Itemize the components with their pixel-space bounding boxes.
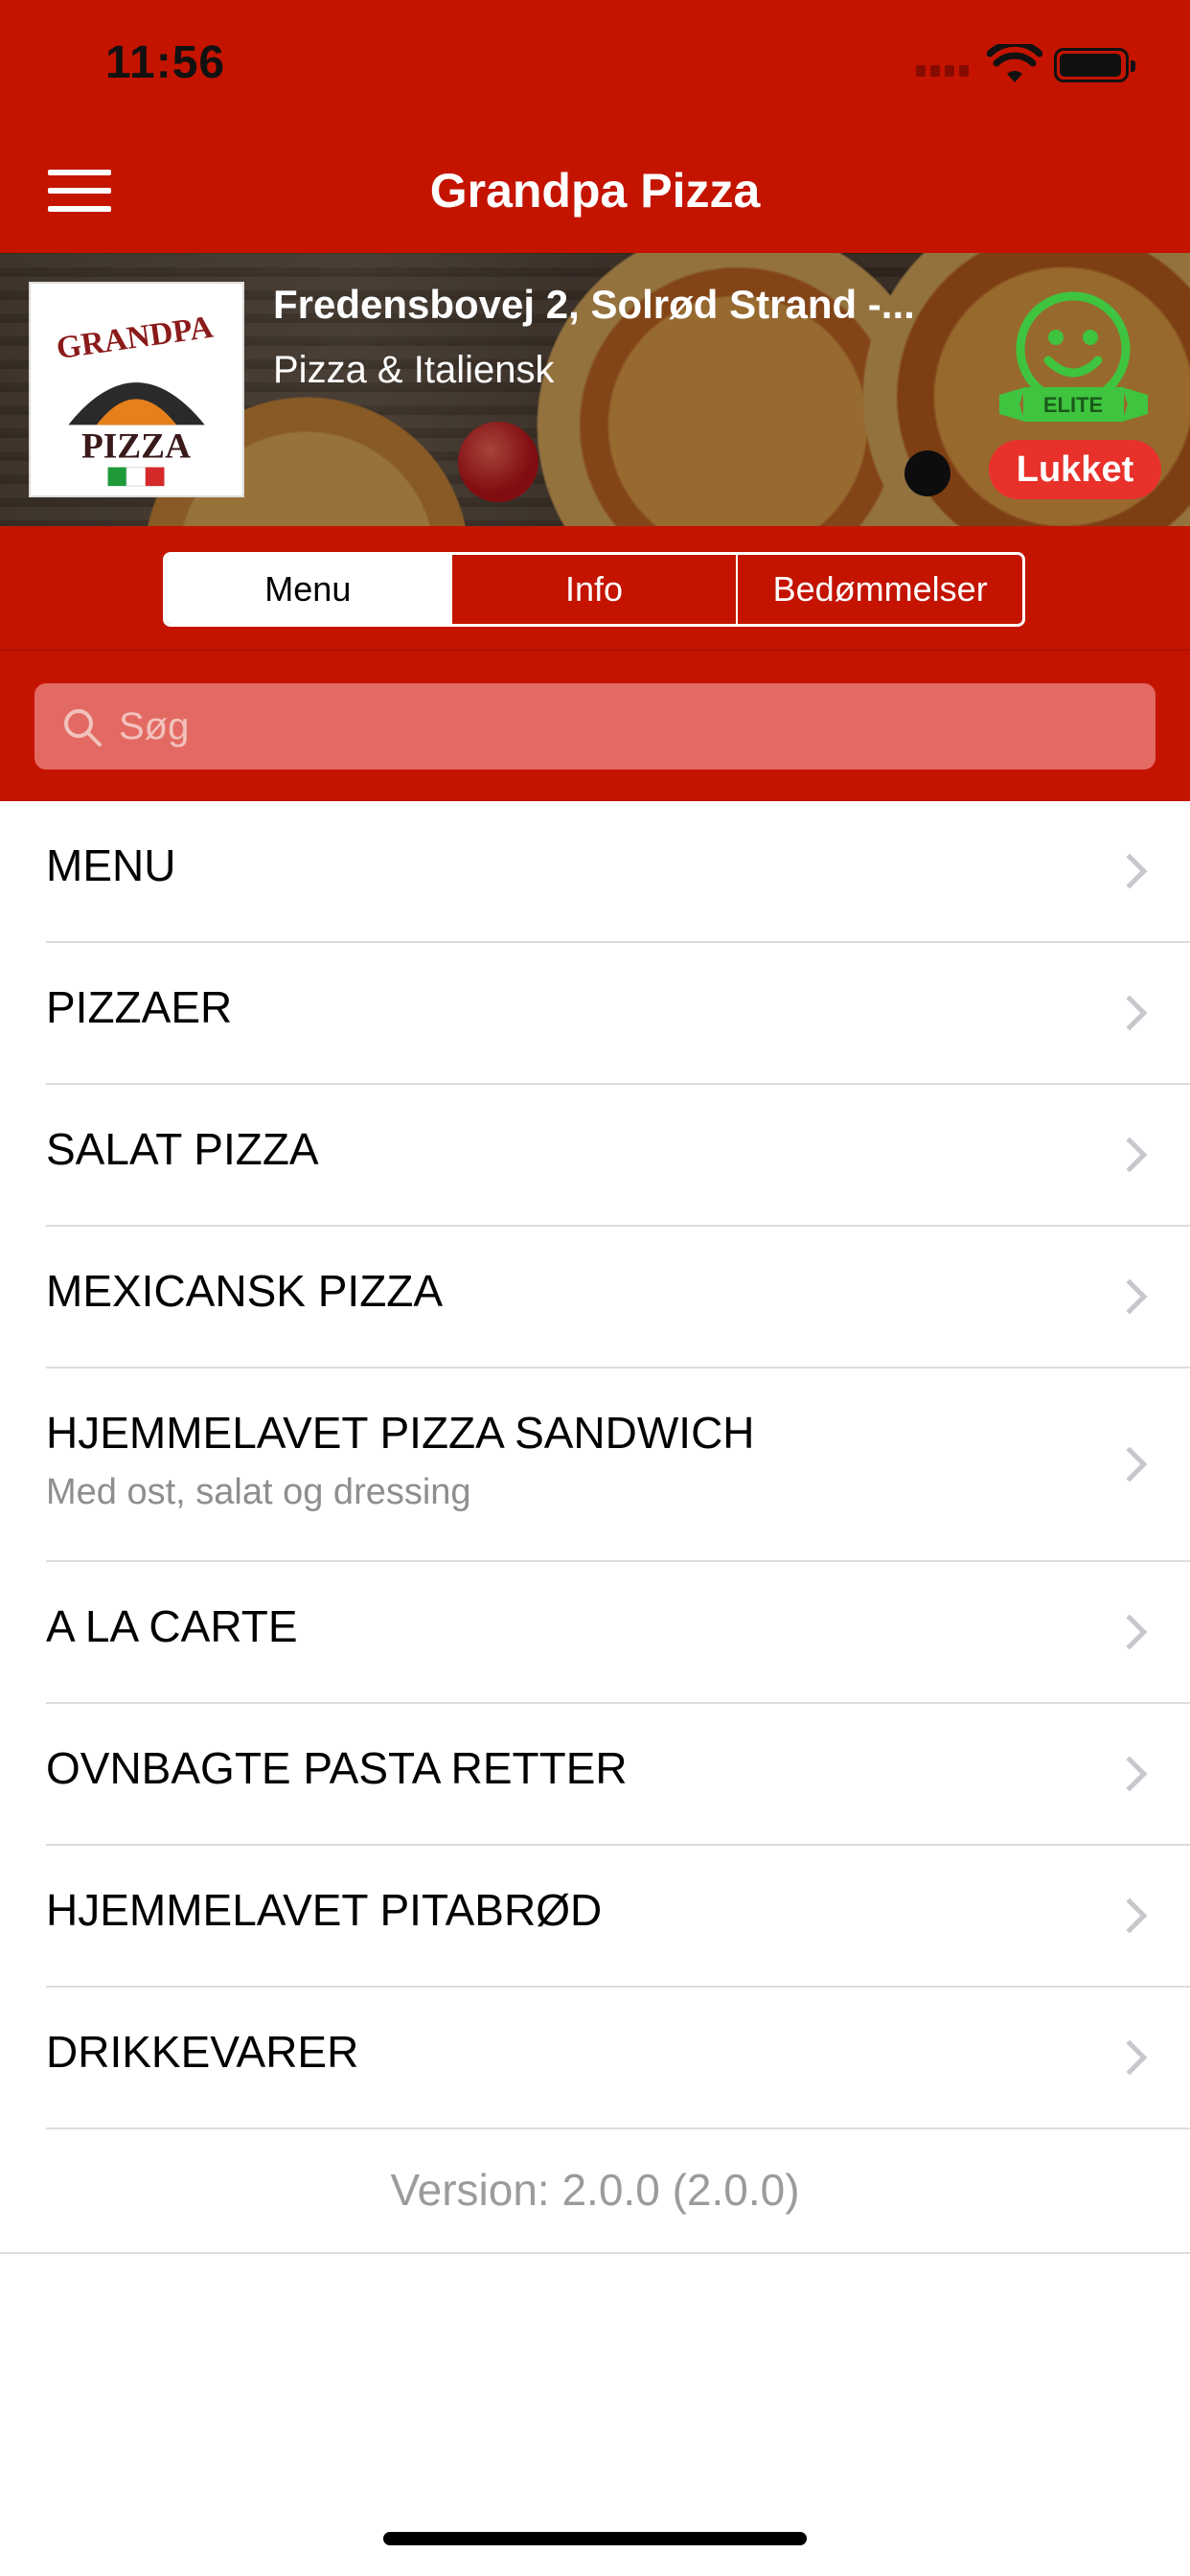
list-item[interactable]: DRIKKEVARER — [46, 1988, 1190, 2129]
list-item[interactable]: MENU — [46, 801, 1190, 943]
menu-category-list: MENU PIZZAER SALAT PIZZA MEXICANSK PIZZA… — [0, 801, 1190, 2129]
restaurant-logo: GRANDPA PIZZA — [29, 282, 244, 497]
battery-icon — [1054, 48, 1135, 82]
list-item[interactable]: OVNBAGTE PASTA RETTER — [46, 1704, 1190, 1846]
segmented-control: Menu Info Bedømmelser — [163, 552, 1025, 627]
restaurant-category: Pizza & Italiensk — [273, 349, 555, 391]
home-indicator[interactable] — [383, 2532, 807, 2545]
list-item[interactable]: MEXICANSK PIZZA — [46, 1227, 1190, 1368]
chevron-right-icon — [1111, 853, 1148, 889]
tabs-bar: Menu Info Bedømmelser — [0, 526, 1190, 651]
chevron-right-icon — [1111, 1137, 1148, 1173]
status-bar: 11:56 — [0, 0, 1190, 126]
list-item-title: HJEMMELAVET PITABRØD — [46, 1885, 603, 1935]
search-input[interactable] — [119, 683, 1125, 770]
chevron-right-icon — [1111, 2039, 1148, 2076]
svg-text:ELITE: ELITE — [1043, 393, 1103, 417]
list-item-title: OVNBAGTE PASTA RETTER — [46, 1743, 628, 1793]
svg-text:GRANDPA: GRANDPA — [55, 310, 216, 367]
list-item[interactable]: SALAT PIZZA — [46, 1085, 1190, 1227]
version-label: Version: 2.0.0 (2.0.0) — [0, 2126, 1190, 2254]
list-item[interactable]: A LA CARTE — [46, 1562, 1190, 1704]
chevron-right-icon — [1111, 1278, 1148, 1315]
search-bar — [0, 651, 1190, 801]
chevron-right-icon — [1111, 1446, 1148, 1483]
elite-smiley-icon: ELITE — [999, 291, 1148, 422]
list-item-title: HJEMMELAVET PIZZA SANDWICH — [46, 1408, 755, 1458]
chevron-right-icon — [1111, 1898, 1148, 1934]
chevron-right-icon — [1111, 1756, 1148, 1792]
cellular-signal-icon — [916, 65, 970, 79]
status-badge: Lukket — [989, 440, 1161, 499]
list-item-title: A LA CARTE — [46, 1601, 298, 1651]
navigation-bar: Grandpa Pizza — [0, 126, 1190, 253]
list-item-subtitle: Med ost, salat og dressing — [46, 1472, 471, 1512]
page-title: Grandpa Pizza — [429, 164, 761, 218]
svg-text:PIZZA: PIZZA — [81, 427, 191, 467]
tab-reviews[interactable]: Bedømmelser — [736, 555, 1022, 624]
wifi-icon — [987, 44, 1042, 82]
list-item-title: PIZZAER — [46, 982, 233, 1032]
list-item[interactable]: HJEMMELAVET PIZZA SANDWICH Med ost, sala… — [46, 1368, 1190, 1562]
list-item[interactable]: HJEMMELAVET PITABRØD — [46, 1846, 1190, 1988]
list-item-title: MENU — [46, 840, 176, 890]
list-item-title: DRIKKEVARER — [46, 2027, 359, 2077]
search-icon — [64, 709, 102, 747]
list-item-title: SALAT PIZZA — [46, 1124, 319, 1174]
tab-menu[interactable]: Menu — [166, 555, 450, 624]
list-item-title: MEXICANSK PIZZA — [46, 1266, 444, 1316]
chevron-right-icon — [1111, 1614, 1148, 1650]
search-field[interactable] — [34, 683, 1156, 770]
restaurant-address: Fredensbovej 2, Solrød Strand -... — [273, 282, 915, 327]
status-time: 11:56 — [105, 37, 226, 88]
list-item[interactable]: PIZZAER — [46, 943, 1190, 1085]
chevron-right-icon — [1111, 995, 1148, 1031]
tab-info[interactable]: Info — [449, 555, 737, 624]
restaurant-header: GRANDPA PIZZA Fredensbovej 2, Solrød Str… — [0, 253, 1190, 526]
